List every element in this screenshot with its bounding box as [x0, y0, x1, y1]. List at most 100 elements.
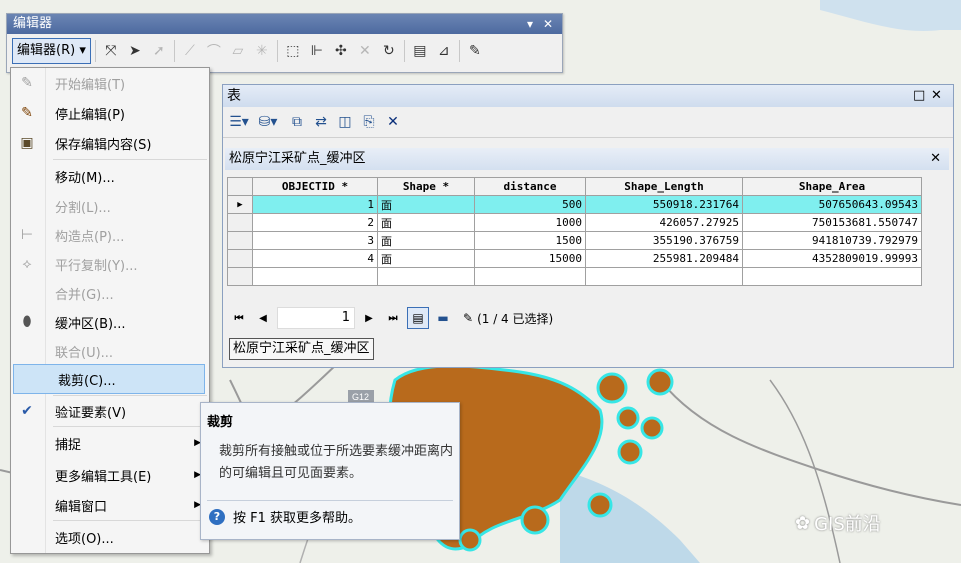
related-tables-icon[interactable]: ⛁▾ — [253, 112, 283, 132]
table-cell[interactable] — [377, 267, 475, 286]
editor-menu-button[interactable]: 编辑器(R) ▾ — [12, 38, 91, 64]
column-header[interactable]: Shape_Length — [585, 177, 743, 196]
straight-segment-icon[interactable]: ⟋ — [179, 39, 201, 63]
table-cell[interactable]: 4352809019.99993 — [742, 249, 922, 268]
table-cell[interactable]: 面 — [377, 249, 475, 268]
table-cell[interactable]: 500 — [474, 195, 586, 214]
table-cell[interactable]: 15000 — [474, 249, 586, 268]
column-header[interactable]: distance — [474, 177, 586, 196]
table-cell[interactable]: 面 — [377, 213, 475, 232]
edit-annotation-icon[interactable]: ➚ — [148, 39, 170, 63]
table-cell[interactable] — [742, 267, 922, 286]
table-cell[interactable]: 面 — [377, 195, 475, 214]
table-options-icon[interactable]: ☰▾ — [229, 112, 249, 132]
table-cell[interactable] — [585, 267, 743, 286]
menu-item-start-editing[interactable]: ✎ 开始编辑(T) — [11, 68, 209, 98]
table-cell[interactable]: 1500 — [474, 231, 586, 250]
menu-item-construct-points[interactable]: ⊢ 构造点(P)... — [11, 220, 209, 250]
table-cell[interactable]: 941810739.792979 — [742, 231, 922, 250]
show-selected-records-icon[interactable]: ▬ — [433, 311, 453, 325]
next-record-icon[interactable]: ▶ — [359, 313, 379, 324]
table-cell[interactable]: 1000 — [474, 213, 586, 232]
table-cell[interactable]: 550918.231764 — [585, 195, 743, 214]
table-row[interactable]: ▶ 1 面 500 550918.231764 507650643.09543 — [227, 195, 922, 214]
attributes-icon[interactable]: ▤ — [409, 39, 431, 63]
wechat-icon: ✿ — [795, 512, 811, 534]
column-header[interactable]: OBJECTID * — [252, 177, 378, 196]
edit-vertices-tool-icon[interactable]: ⬚ — [282, 39, 304, 63]
delete-selected-icon[interactable]: ⎘ — [359, 112, 379, 132]
table-layer-tab[interactable]: 松原宁江采矿点_缓冲区 ✕ — [225, 148, 949, 170]
menu-item-more-editing-tools[interactable]: 更多编辑工具(E) ▶ — [11, 460, 209, 490]
menu-item-merge[interactable]: 合并(G)... — [11, 278, 209, 308]
menu-item-options[interactable]: 选项(O)... — [11, 522, 209, 552]
create-features-icon[interactable]: ✎ — [464, 39, 486, 63]
table-cell[interactable]: 4 — [252, 249, 378, 268]
rotate-icon[interactable]: ↻ — [378, 39, 400, 63]
toolbar-close-icon[interactable]: ✕ — [543, 14, 553, 34]
previous-record-icon[interactable]: ◀ — [253, 313, 273, 324]
reshape-icon[interactable]: ⊩ — [306, 39, 328, 63]
table-cell[interactable]: 3 — [252, 231, 378, 250]
point-icon[interactable]: ✳ — [251, 39, 273, 63]
editor-toolbar-title[interactable]: 编辑器 ▾ ✕ — [7, 14, 562, 34]
row-selector[interactable] — [227, 213, 253, 232]
row-selector[interactable] — [227, 267, 253, 286]
split-icon[interactable]: ✕ — [354, 39, 376, 63]
menu-item-snapping[interactable]: 捕捉 ▶ — [11, 428, 209, 458]
table-row-empty[interactable] — [227, 267, 922, 286]
menu-item-copy-parallel[interactable]: ⟡ 平行复制(Y)... — [11, 249, 209, 279]
table-cell[interactable]: 1 — [252, 195, 378, 214]
trace-icon[interactable]: ▱ — [227, 39, 249, 63]
clear-selection-icon[interactable]: ◫ — [335, 112, 355, 132]
edit-vertices-icon[interactable]: ⤧ — [100, 39, 122, 63]
table-cell[interactable]: 507650643.09543 — [742, 195, 922, 214]
table-window-title[interactable]: 表 □ ✕ — [223, 85, 953, 107]
table-row[interactable]: 4 面 15000 255981.209484 4352809019.99993 — [227, 249, 922, 268]
delete-icon[interactable]: ✕ — [383, 112, 403, 132]
menu-item-save-edits[interactable]: ▣ 保存编辑内容(S) — [11, 128, 209, 158]
row-header-corner[interactable] — [227, 177, 253, 196]
menu-item-clip[interactable]: 裁剪(C)... — [13, 364, 205, 394]
help-icon: ? — [209, 508, 225, 525]
table-bottom-tab[interactable]: 松原宁江采矿点_缓冲区 — [229, 338, 374, 360]
layer-tab-close-icon[interactable]: ✕ — [930, 148, 941, 170]
sketch-properties-icon[interactable]: ⊿ — [433, 39, 455, 63]
row-selector[interactable] — [227, 231, 253, 250]
row-selector[interactable] — [227, 249, 253, 268]
edit-tool-icon[interactable]: ➤ — [124, 39, 146, 63]
menu-item-move[interactable]: 移动(M)... — [11, 161, 209, 191]
attribute-table: OBJECTID * Shape * distance Shape_Length… — [227, 177, 922, 286]
row-selector-icon[interactable]: ▶ — [227, 195, 253, 214]
restore-icon[interactable]: □ — [913, 85, 925, 107]
table-cell[interactable]: 750153681.550747 — [742, 213, 922, 232]
toolbar-options-icon[interactable]: ▾ — [527, 14, 533, 34]
column-header[interactable]: Shape_Area — [742, 177, 922, 196]
table-cell[interactable]: 面 — [377, 231, 475, 250]
menu-item-validate-features[interactable]: ✔ 验证要素(V) — [11, 396, 209, 426]
table-cell[interactable]: 355190.376759 — [585, 231, 743, 250]
menu-item-split[interactable]: 分割(L)... — [11, 191, 209, 221]
table-cell[interactable]: 2 — [252, 213, 378, 232]
table-cell[interactable]: 255981.209484 — [585, 249, 743, 268]
menu-item-union[interactable]: 联合(U)... — [11, 336, 209, 366]
column-header[interactable]: Shape * — [377, 177, 475, 196]
table-row[interactable]: 2 面 1000 426057.27925 750153681.550747 — [227, 213, 922, 232]
switch-selection-icon[interactable]: ⇄ — [311, 112, 331, 132]
close-icon[interactable]: ✕ — [931, 85, 942, 107]
show-all-records-icon[interactable]: ▤ — [407, 307, 429, 329]
table-row[interactable]: 3 面 1500 355190.376759 941810739.792979 — [227, 231, 922, 250]
first-record-icon[interactable]: ⏮ — [229, 313, 249, 324]
select-by-attributes-icon[interactable]: ⧉ — [287, 112, 307, 132]
editor-toolbar: 编辑器 ▾ ✕ 编辑器(R) ▾ ⤧ ➤ ➚ ⟋ ⌒ ▱ ✳ ⬚ ⊩ ✣ ✕ ↻… — [6, 13, 563, 73]
table-cell[interactable]: 426057.27925 — [585, 213, 743, 232]
end-point-arc-icon[interactable]: ⌒ — [203, 39, 225, 63]
table-cell[interactable] — [474, 267, 586, 286]
last-record-icon[interactable]: ⏭ — [383, 313, 403, 324]
cut-polygons-icon[interactable]: ✣ — [330, 39, 352, 63]
menu-item-stop-editing[interactable]: ✎ 停止编辑(P) — [11, 98, 209, 128]
table-cell[interactable] — [252, 267, 378, 286]
menu-item-editing-windows[interactable]: 编辑窗口 ▶ — [11, 490, 209, 520]
current-record-field[interactable]: 1 — [277, 307, 355, 329]
menu-item-buffer[interactable]: ⬮ 缓冲区(B)... — [11, 307, 209, 337]
